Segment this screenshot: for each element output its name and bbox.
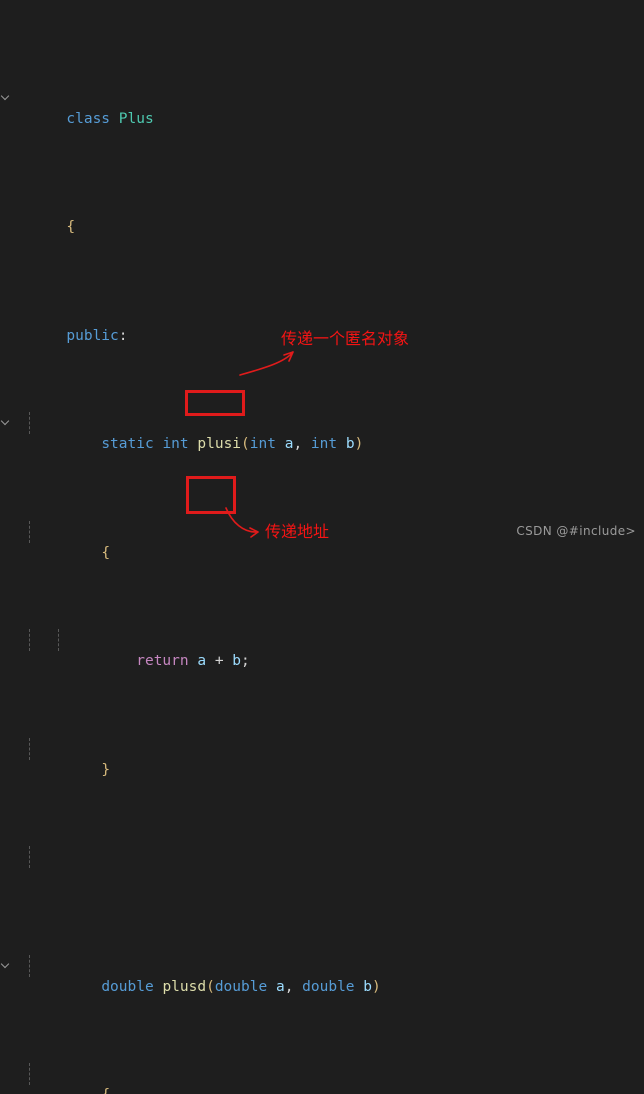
code-area[interactable]: class Plus { public: static int plusi(in…: [0, 0, 644, 1094]
indent-guide: [29, 629, 30, 651]
code-line[interactable]: {: [0, 520, 644, 561]
code-line[interactable]: static int plusi(int a, int b): [0, 412, 644, 452]
code-line[interactable]: class Plus: [0, 87, 644, 127]
fold-chevron-icon[interactable]: [1, 417, 11, 427]
code-line[interactable]: public:: [0, 304, 644, 344]
code-line[interactable]: }: [0, 737, 644, 778]
fold-chevron-icon[interactable]: [1, 92, 11, 102]
indent-guide: [29, 846, 30, 868]
indent-guide: [29, 954, 30, 977]
code-line[interactable]: double plusd(double a, double b): [0, 954, 644, 995]
indent-guide: [29, 737, 30, 760]
indent-guide: [29, 520, 30, 543]
code-editor[interactable]: class Plus { public: static int plusi(in…: [0, 0, 644, 1094]
fold-chevron-icon[interactable]: [1, 960, 11, 970]
code-line[interactable]: {: [0, 1063, 644, 1094]
indent-guide: [29, 1063, 30, 1085]
code-line[interactable]: {: [0, 195, 644, 235]
indent-guide: [29, 412, 30, 434]
indent-guide: [58, 629, 59, 651]
code-line[interactable]: return a + b;: [0, 629, 644, 669]
code-line[interactable]: [0, 846, 644, 868]
